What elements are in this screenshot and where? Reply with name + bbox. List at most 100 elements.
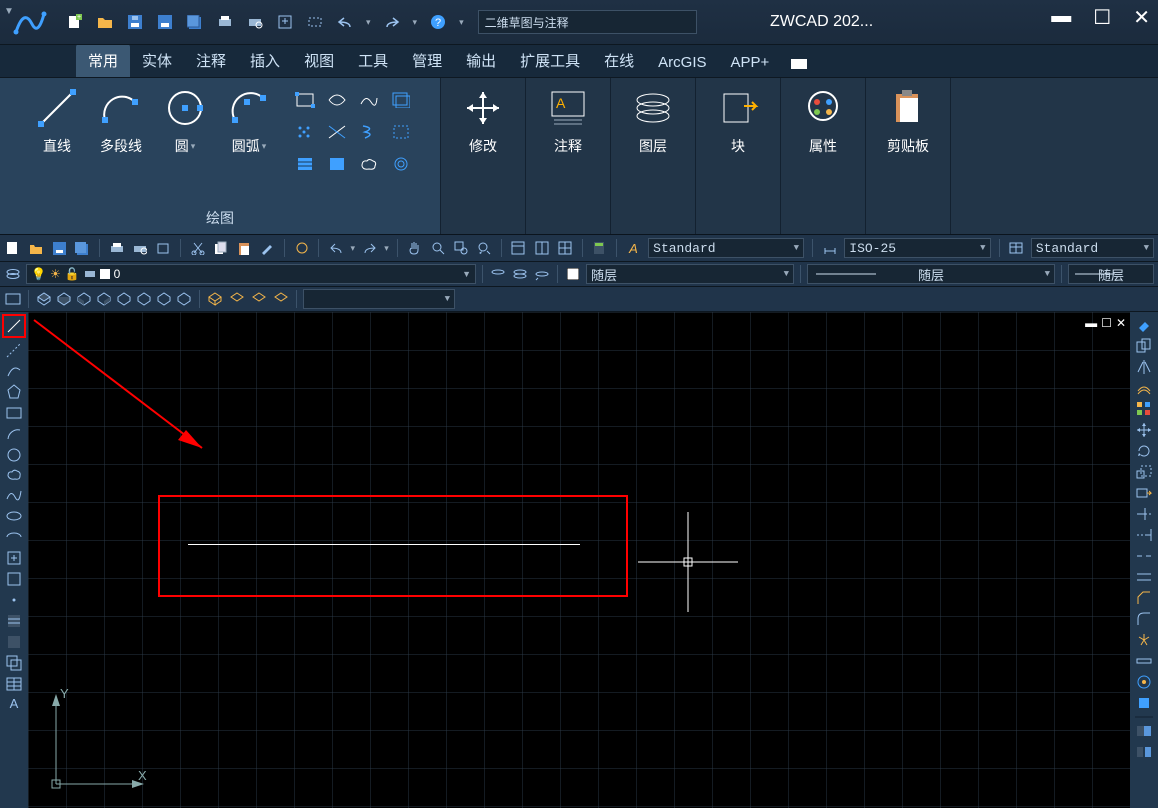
chamfer-tool-icon[interactable]	[1135, 589, 1153, 607]
clipboard-button[interactable]: 剪贴板	[878, 86, 938, 156]
zoom-rt-icon[interactable]	[429, 239, 446, 257]
redo-icon[interactable]	[383, 13, 401, 31]
prop-button[interactable]: 属性	[793, 86, 853, 156]
gradient-icon[interactable]	[323, 150, 351, 178]
polyline-button[interactable]: 多段线	[91, 86, 151, 178]
tab-view[interactable]: 视图	[292, 44, 346, 77]
properties-icon[interactable]	[510, 239, 527, 257]
copy-icon[interactable]	[212, 239, 229, 257]
color-dropdown[interactable]: 随层▼	[586, 264, 794, 284]
undo2-icon[interactable]	[327, 239, 344, 257]
tab-arcgis[interactable]: ArcGIS	[646, 48, 718, 77]
tab-ext[interactable]: 扩展工具	[508, 44, 592, 77]
saveas-icon[interactable]	[156, 13, 174, 31]
xline-tool-icon[interactable]	[5, 341, 23, 359]
insert-tool-icon[interactable]	[5, 549, 23, 567]
erase-tool-icon[interactable]	[1135, 316, 1153, 334]
pline-tool-icon[interactable]	[5, 362, 23, 380]
open-icon[interactable]	[96, 13, 114, 31]
save-icon[interactable]	[126, 13, 144, 31]
layer-button[interactable]: 图层	[623, 86, 683, 156]
tab-output[interactable]: 输出	[454, 44, 508, 77]
close-button[interactable]: ✕	[1133, 5, 1150, 30]
rect-icon[interactable]	[291, 86, 319, 114]
modify-button[interactable]: 修改	[453, 86, 513, 156]
saveall-icon[interactable]	[186, 13, 204, 31]
polygon-tool-icon[interactable]	[5, 383, 23, 401]
dimstyle-dropdown[interactable]: ISO-25▼	[844, 238, 990, 258]
new-icon[interactable]: +	[66, 13, 84, 31]
layermgr-icon[interactable]	[4, 265, 22, 283]
table-tool-icon[interactable]	[5, 675, 23, 693]
extend-tool-icon[interactable]	[1135, 526, 1153, 544]
annot-button[interactable]: A 注释	[538, 86, 598, 156]
line-tool-icon[interactable]	[2, 314, 26, 338]
export-icon[interactable]	[276, 13, 294, 31]
maximize-button[interactable]: ☐	[1093, 5, 1111, 30]
spline-tool-icon[interactable]	[5, 486, 23, 504]
lineweight-dropdown[interactable]: 随层	[1068, 264, 1154, 284]
iso-sw-icon[interactable]	[206, 290, 224, 308]
linetype-dropdown[interactable]: 随层▼	[807, 264, 1055, 284]
array-tool-icon[interactable]	[1135, 400, 1153, 418]
revcloud-icon[interactable]	[355, 150, 383, 178]
arc-button[interactable]: 圆弧▾	[219, 86, 279, 178]
redo2-icon[interactable]	[361, 239, 378, 257]
revcloud-tool-icon[interactable]	[5, 467, 23, 483]
layer-dropdown[interactable]: 💡 ☀ 🔓 0 ▼	[26, 264, 476, 284]
iso-nw-icon[interactable]	[272, 290, 290, 308]
iso-ne-icon[interactable]	[250, 290, 268, 308]
ellipse-icon[interactable]	[323, 86, 351, 114]
tab-home[interactable]: 常用	[76, 44, 130, 77]
visualstyle-dropdown[interactable]: ▼	[303, 289, 455, 309]
layerprev-icon[interactable]	[533, 265, 551, 283]
zoom-win-icon[interactable]	[452, 239, 469, 257]
layerfilter-icon[interactable]	[489, 265, 507, 283]
helix-icon[interactable]	[355, 118, 383, 146]
undo-dropdown[interactable]: ▾	[366, 17, 371, 28]
ring-icon[interactable]	[387, 150, 415, 178]
designcenter-icon[interactable]	[533, 239, 550, 257]
open2-icon[interactable]	[27, 239, 44, 257]
circle-tool-icon[interactable]	[5, 446, 23, 464]
point-icon[interactable]	[291, 118, 319, 146]
hatch-tool-icon[interactable]	[5, 612, 23, 630]
saveall2-icon[interactable]	[74, 239, 91, 257]
redo-dropdown[interactable]: ▾	[413, 17, 418, 28]
line-button[interactable]: 直线	[27, 86, 87, 178]
tab-cloud-icon[interactable]	[781, 51, 817, 77]
cut-icon[interactable]	[189, 239, 206, 257]
new2-icon[interactable]	[4, 239, 21, 257]
iso-se-icon[interactable]	[228, 290, 246, 308]
gradient-tool-icon[interactable]	[5, 633, 23, 651]
print2-icon[interactable]	[108, 239, 125, 257]
rotate-tool-icon[interactable]	[1135, 442, 1153, 460]
zoom-prev-icon[interactable]	[476, 239, 493, 257]
pan-icon[interactable]	[406, 239, 423, 257]
ungroup-tool-icon[interactable]	[1135, 743, 1153, 761]
tab-appplus[interactable]: APP+	[719, 48, 782, 77]
circle-button[interactable]: 圆▾	[155, 86, 215, 178]
fillet-tool-icon[interactable]	[1135, 610, 1153, 628]
scale-tool-icon[interactable]	[1135, 463, 1153, 481]
model-min-icon[interactable]: ▬	[1085, 316, 1097, 330]
undo2-dd[interactable]: ▾	[350, 243, 355, 254]
named-views-icon[interactable]	[4, 290, 22, 308]
tab-solid[interactable]: 实体	[130, 44, 184, 77]
view-right-icon[interactable]	[95, 290, 113, 308]
publish-icon[interactable]	[155, 239, 172, 257]
view-back-icon[interactable]	[135, 290, 153, 308]
point-tool-icon[interactable]	[5, 591, 23, 609]
region-tool-icon[interactable]	[5, 654, 23, 672]
tab-online[interactable]: 在线	[592, 44, 646, 77]
drawing-canvas[interactable]: ▬ ☐ ✕ Y X	[28, 312, 1130, 808]
rectangle-tool-icon[interactable]	[5, 404, 23, 422]
spline-icon[interactable]	[355, 86, 383, 114]
move-tool-icon[interactable]	[1135, 421, 1153, 439]
model-close-icon[interactable]: ✕	[1116, 316, 1126, 330]
view-front-icon[interactable]	[115, 290, 133, 308]
tab-manage[interactable]: 管理	[400, 44, 454, 77]
stretch-tool-icon[interactable]	[1135, 484, 1153, 502]
paste-icon[interactable]	[235, 239, 252, 257]
dimstyle-icon[interactable]	[821, 239, 838, 257]
